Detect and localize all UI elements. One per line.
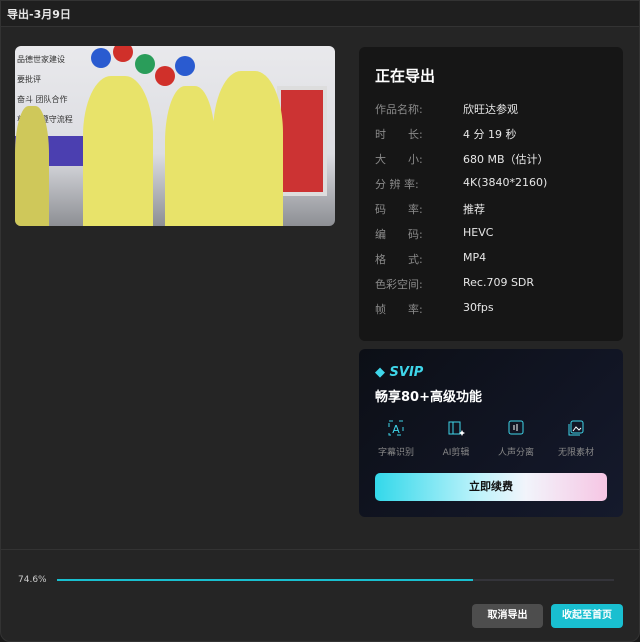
cancel-export-button[interactable]: 取消导出: [472, 604, 543, 628]
ai-edit-icon: [448, 421, 465, 436]
window-title: 导出-3月9日: [7, 8, 71, 21]
info-label: 编 码:: [375, 228, 423, 241]
subtitle-recognition-icon: A: [388, 420, 404, 436]
info-label: 时 长:: [375, 128, 423, 141]
info-label: 格 式:: [375, 253, 423, 266]
diamond-icon: ◆: [375, 365, 385, 380]
info-value: 4K(3840*2160): [463, 176, 548, 189]
feature-item: AI剪辑: [426, 419, 486, 458]
unlimited-assets-icon: [568, 420, 584, 436]
progress-bar: [57, 579, 614, 581]
export-info-panel: 正在导出 作品名称: 欣旺达参观时 长: 4 分 19 秒大 小: 680 MB（估计…: [359, 47, 623, 341]
info-value: 30fps: [463, 301, 494, 314]
export-status-heading: 正在导出: [375, 67, 436, 85]
info-label: 大 小:: [375, 153, 423, 166]
divider: [1, 549, 639, 550]
feature-label: 人声分离: [497, 448, 534, 458]
video-preview: 品德世家建设要批评奋斗 团队合作尊重 / 遵守流程: [15, 46, 335, 226]
info-label: 分 辨 率:: [375, 178, 419, 191]
progress-fill: [57, 579, 473, 581]
info-value: HEVC: [463, 226, 494, 239]
svip-badge: ◆ SVIP: [375, 365, 424, 380]
feature-item: 无限素材: [546, 419, 606, 458]
info-value: 推荐: [463, 203, 485, 216]
title-bar: 导出-3月9日: [1, 1, 639, 27]
info-value: 欣旺达参观: [463, 103, 518, 116]
svip-promo-card: ◆ SVIP 畅享80+高级功能 A 字幕识别 AI剪辑 人声分离 无限素材 立即续费: [359, 349, 623, 517]
svip-headline: 畅享80+高级功能: [375, 390, 482, 405]
info-label: 码 率:: [375, 203, 423, 216]
feature-label: 无限素材: [557, 448, 594, 458]
feature-item: 人声分离: [486, 419, 546, 458]
progress-percent: 74.6%: [18, 575, 47, 585]
info-value: 4 分 19 秒: [463, 128, 517, 141]
feature-label: AI剪辑: [442, 448, 470, 458]
renew-button[interactable]: 立即续费: [375, 473, 607, 501]
export-dialog: 导出-3月9日 品德世家建设要批评奋斗 团队合作尊重 / 遵守流程 正在导出 作…: [0, 0, 640, 642]
collapse-to-home-button[interactable]: 收起至首页: [551, 604, 623, 628]
feature-item: A 字幕识别: [366, 419, 426, 458]
info-value: 680 MB（估计）: [463, 153, 549, 166]
info-label: 色彩空间:: [375, 278, 423, 291]
voice-separation-icon: [508, 420, 524, 435]
info-value: Rec.709 SDR: [463, 276, 535, 289]
info-label: 作品名称:: [375, 103, 423, 116]
feature-label: 字幕识别: [377, 448, 414, 458]
svg-text:A: A: [392, 423, 400, 436]
info-value: MP4: [463, 251, 487, 264]
info-label: 帧 率:: [375, 303, 423, 316]
